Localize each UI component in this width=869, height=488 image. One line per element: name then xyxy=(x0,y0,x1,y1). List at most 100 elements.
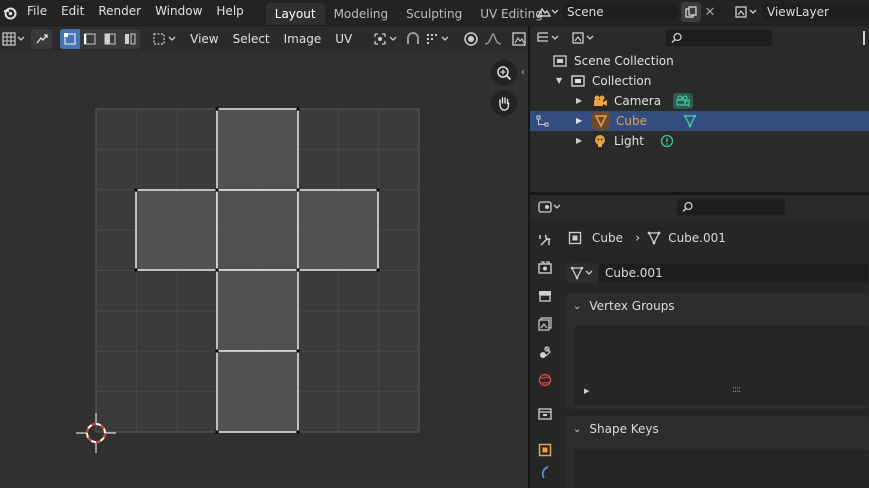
uv-face xyxy=(216,350,299,433)
menu-render[interactable]: Render xyxy=(91,0,148,25)
uv-face xyxy=(216,189,299,271)
tab-sculpting[interactable]: Sculpting xyxy=(397,3,471,25)
search-icon xyxy=(682,201,693,213)
camera-object-icon xyxy=(594,95,607,106)
scene-name: Scene xyxy=(567,5,604,19)
editor-type-icon[interactable] xyxy=(0,29,27,49)
menu-help[interactable]: Help xyxy=(209,0,250,25)
outliner-search-input[interactable] xyxy=(664,29,774,47)
collapse-arrow-icon[interactable]: ▶ xyxy=(576,91,592,111)
scene-collection-label: Scene Collection xyxy=(574,54,674,68)
light-data-icon[interactable] xyxy=(658,133,676,149)
camera-data-icon[interactable] xyxy=(673,93,694,109)
properties-header xyxy=(530,195,869,219)
snap-toggle-icon[interactable] xyxy=(402,29,423,49)
breadcrumb-separator-icon: › xyxy=(634,230,641,246)
outliner-item-light[interactable]: ▶ Light xyxy=(530,131,869,151)
face-select-icon[interactable] xyxy=(100,28,121,49)
snap-target-icon[interactable] xyxy=(423,29,452,49)
menu-select[interactable]: Select xyxy=(226,29,277,49)
tab-modifiers-icon[interactable] xyxy=(532,465,558,479)
list-options-icon[interactable]: ▶ xyxy=(584,387,589,395)
scene-collection-icon xyxy=(553,55,567,67)
scene-name-field[interactable]: Scene xyxy=(561,2,679,22)
mesh-data-icon xyxy=(647,231,661,245)
delete-scene-icon[interactable]: ✕ xyxy=(701,2,719,22)
properties-search-input[interactable] xyxy=(676,198,786,216)
pan-hand-icon[interactable] xyxy=(491,90,517,116)
outliner-editor-type-icon[interactable] xyxy=(534,28,563,48)
menu-file[interactable]: File xyxy=(20,0,54,25)
scene-icon[interactable] xyxy=(533,2,561,22)
tab-render-icon[interactable] xyxy=(532,257,558,279)
new-scene-icon[interactable] xyxy=(681,2,701,22)
collection-label: Collection xyxy=(592,74,652,88)
expand-arrow-icon[interactable]: ▼ xyxy=(556,71,570,91)
menu-edit[interactable]: Edit xyxy=(54,0,91,25)
pivot-point-icon[interactable] xyxy=(371,29,400,49)
outliner-item-cube[interactable]: ▶ Cube xyxy=(530,111,869,131)
light-label: Light xyxy=(614,134,644,148)
list-resize-handle-icon[interactable]: :::: xyxy=(732,385,741,395)
edge-select-icon[interactable] xyxy=(80,28,101,49)
tab-modeling[interactable]: Modeling xyxy=(325,3,398,25)
tab-object-icon[interactable] xyxy=(532,439,558,461)
tab-scene-icon[interactable] xyxy=(532,341,558,363)
uv-editor-header: View Select Image UV xyxy=(0,26,528,51)
outliner-item-collection[interactable]: ▼ Collection xyxy=(530,71,869,91)
proportional-edit-icon[interactable] xyxy=(460,29,481,49)
vertex-groups-header[interactable]: ⌄ Vertex Groups xyxy=(566,293,869,319)
blender-logo-icon[interactable] xyxy=(0,0,20,25)
vertex-groups-list[interactable]: ▶ :::: xyxy=(574,325,869,405)
uv-face xyxy=(216,108,299,191)
collapse-arrow-icon[interactable]: ▶ xyxy=(576,111,592,131)
menu-image[interactable]: Image xyxy=(277,29,329,49)
mesh-data-icon[interactable] xyxy=(680,113,700,129)
menu-view[interactable]: View xyxy=(183,29,225,49)
scene-selector: Scene ✕ xyxy=(533,1,719,23)
uv-face xyxy=(216,269,299,352)
mesh-name-field[interactable]: Cube.001 xyxy=(598,263,869,283)
panel-expand-icon: ⌄ xyxy=(573,423,582,435)
zoom-icon[interactable] xyxy=(491,60,517,86)
filter-icon[interactable] xyxy=(863,31,869,45)
tab-collection-icon[interactable] xyxy=(532,403,558,425)
island-select-icon[interactable] xyxy=(120,28,141,49)
uv-viewport[interactable]: ‹ xyxy=(0,51,528,488)
view-layer-name-field[interactable]: ViewLayer xyxy=(761,2,869,22)
tab-tool-icon[interactable] xyxy=(532,229,558,251)
view-layer-selector: ViewLayer xyxy=(731,1,869,23)
outliner-item-scene-collection[interactable]: Scene Collection xyxy=(530,51,869,71)
tab-world-icon[interactable] xyxy=(532,369,558,391)
breadcrumb-object: Cube xyxy=(592,231,623,245)
outliner-item-camera[interactable]: ▶ Camera xyxy=(530,91,869,111)
vertex-select-icon[interactable] xyxy=(60,28,81,49)
sticky-selection-icon[interactable] xyxy=(150,29,179,49)
falloff-curve-icon[interactable] xyxy=(481,29,504,49)
shape-keys-header[interactable]: ⌄ Shape Keys xyxy=(566,416,869,442)
uv-face xyxy=(297,189,379,271)
uv-sync-selection-icon[interactable] xyxy=(31,28,53,49)
uv-face xyxy=(135,189,218,271)
shape-keys-list[interactable] xyxy=(574,449,869,488)
mesh-data-selector: Cube.001 xyxy=(566,263,869,283)
display-mode-icon[interactable] xyxy=(569,28,598,48)
tab-view-layer-icon[interactable] xyxy=(532,313,558,335)
image-browse-icon[interactable] xyxy=(511,29,528,49)
browse-mesh-icon[interactable] xyxy=(566,263,598,283)
properties-editor-type-icon[interactable] xyxy=(536,197,566,217)
sidebar-toggle-icon[interactable]: ‹ xyxy=(518,65,528,79)
tab-output-icon[interactable] xyxy=(532,285,558,307)
mesh-object-icon xyxy=(592,112,610,130)
object-origin-icon xyxy=(532,114,554,128)
uv-canvas[interactable] xyxy=(0,51,528,488)
view-layer-icon[interactable] xyxy=(731,2,761,22)
search-icon xyxy=(671,32,682,44)
menu-uv[interactable]: UV xyxy=(328,29,359,49)
menu-window[interactable]: Window xyxy=(148,0,209,25)
cube-label: Cube xyxy=(616,114,647,128)
tab-layout[interactable]: Layout xyxy=(265,3,325,25)
light-object-icon xyxy=(595,135,605,147)
shape-keys-title: Shape Keys xyxy=(589,422,659,436)
collapse-arrow-icon[interactable]: ▶ xyxy=(576,131,592,151)
